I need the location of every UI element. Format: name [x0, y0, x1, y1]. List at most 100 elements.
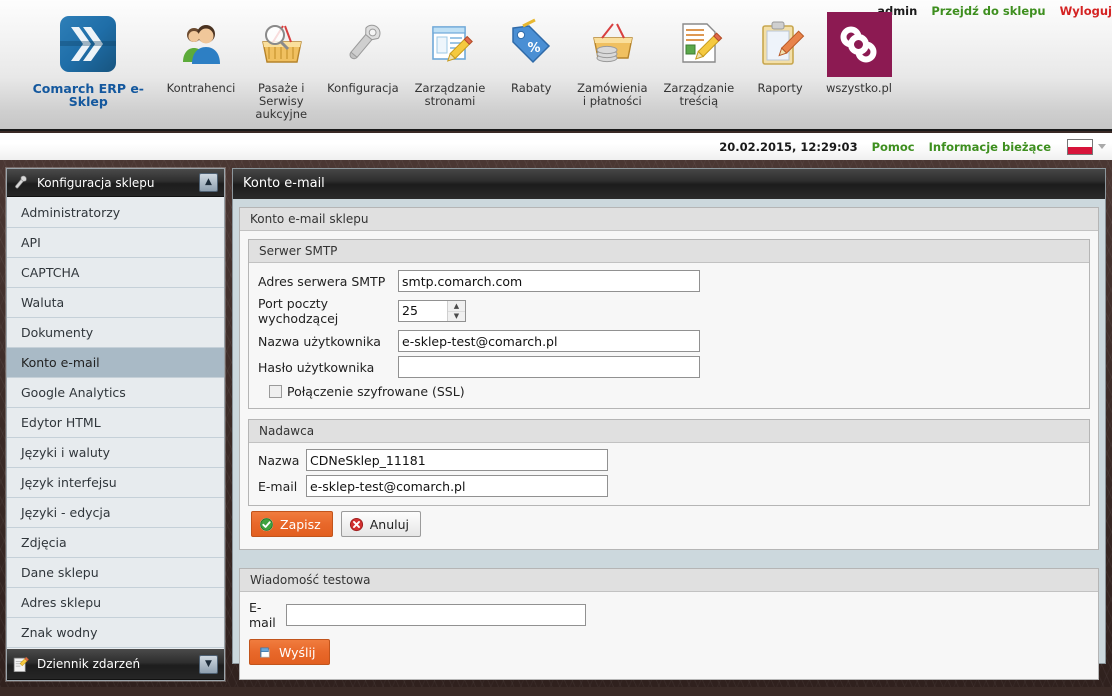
toolbar-item-raporty[interactable]: Raporty: [750, 8, 810, 95]
sender-email-label: E-mail: [258, 478, 298, 494]
sidebar-item-jezyk-interfejsu[interactable]: Język interfejsu: [7, 468, 224, 498]
sidebar-item-konto-e-mail[interactable]: Konto e-mail: [7, 348, 224, 378]
infinity-icon: [826, 8, 892, 80]
sidebar-expand-button[interactable]: ▼: [199, 654, 218, 674]
discount-tag-icon: %: [501, 8, 561, 80]
smtp-server-input[interactable]: [398, 270, 700, 292]
send-button[interactable]: Wyślij: [249, 639, 331, 665]
toolbar-item-pasaze-i-serwisy-aukcyjne[interactable]: Pasaże i Serwisy aukcyjne: [251, 8, 311, 121]
smtp-password-label: Hasło użytkownika: [258, 359, 375, 375]
smtp-password-input[interactable]: [398, 356, 700, 378]
sender-email-input[interactable]: [306, 475, 608, 497]
toolbar-item-label: Comarch ERP e-Sklep: [32, 81, 144, 109]
test-email-input[interactable]: [286, 604, 586, 626]
sidebar-item-jezyki-i-waluty[interactable]: Języki i waluty: [7, 438, 224, 468]
toolbar-item-label: Rabaty: [511, 81, 552, 95]
toolbar-item-label: Konfiguracja: [327, 81, 399, 95]
basket-coins-icon: [577, 8, 647, 80]
toolbar-item-label: wszystko.pl: [826, 81, 892, 95]
toolbar-item-label: Raporty: [757, 81, 803, 95]
toolbar-item-zamowienia-i-platnosci[interactable]: Zamówienia i płatności: [577, 8, 648, 108]
sender-name-row: Nazwa: [258, 449, 1080, 471]
toolbar-item-list: Comarch ERP e-Sklep Kontrahenci Pasaże i…: [0, 8, 900, 126]
save-button-label: Zapisz: [280, 516, 321, 532]
goto-shop-link[interactable]: Przejdź do sklepu: [931, 4, 1045, 18]
email-account-legend: Konto e-mail sklepu: [240, 208, 1098, 231]
email-account-fieldset: Konto e-mail sklepu Serwer SMTP Adres se…: [239, 207, 1099, 550]
toolbar-item-comarch-erp-esklep[interactable]: Comarch ERP e-Sklep: [26, 8, 151, 108]
page-title: Konto e-mail: [233, 169, 1105, 199]
clipboard-icon: [750, 8, 810, 80]
sidebar-item-captcha[interactable]: CAPTCHA: [7, 258, 224, 288]
toolbar-item-label: Kontrahenci: [166, 81, 236, 95]
toolbar-item-kontrahenci[interactable]: Kontrahenci: [166, 8, 236, 95]
cancel-button[interactable]: Anuluj: [340, 511, 421, 537]
sidebar-item-zdjecia[interactable]: Zdjęcia: [7, 528, 224, 558]
sidebar-item-administratorzy[interactable]: Administratorzy: [7, 198, 224, 228]
sidebar-item-dane-sklepu[interactable]: Dane sklepu: [7, 558, 224, 588]
check-circle-icon: [259, 517, 274, 532]
test-message-fieldset: Wiadomość testowa E-mail Wyślij: [239, 568, 1099, 680]
content-body: Konto e-mail sklepu Serwer SMTP Adres se…: [233, 199, 1105, 696]
sidebar-item-jezyki-edycja[interactable]: Języki - edycja: [7, 498, 224, 528]
test-message-legend: Wiadomość testowa: [240, 569, 1098, 592]
sidebar-footer: Dziennik zdarzeń ▼: [7, 649, 224, 680]
sender-name-input[interactable]: [306, 449, 608, 471]
sidebar-item-google-analytics[interactable]: Google Analytics: [7, 378, 224, 408]
wrench-icon: [327, 8, 398, 80]
sidebar-item-api[interactable]: API: [7, 228, 224, 258]
test-email-row: E-mail: [249, 600, 1089, 630]
smtp-username-input[interactable]: [398, 330, 700, 352]
sidebar-item-waluta[interactable]: Waluta: [7, 288, 224, 318]
smtp-port-spinner-buttons[interactable]: ▲ ▼: [447, 301, 465, 321]
smtp-username-label: Nazwa użytkownika: [258, 333, 381, 349]
notepad-icon: [11, 655, 37, 674]
sender-fieldset: Nadawca Nazwa E-mail: [248, 419, 1090, 506]
toolbar-item-konfiguracja[interactable]: Konfiguracja: [327, 8, 399, 95]
smtp-server-label: Adres serwera SMTP: [258, 273, 386, 289]
send-flag-icon: [258, 645, 273, 660]
save-button[interactable]: Zapisz: [251, 511, 333, 537]
sidebar-item-dokumenty[interactable]: Dokumenty: [7, 318, 224, 348]
send-button-label: Wyślij: [279, 644, 316, 660]
sender-name-label: Nazwa: [258, 452, 300, 468]
ssl-row: Połączenie szyfrowane (SSL): [258, 384, 1080, 399]
toolbar-item-label: Zamówienia i płatności: [577, 81, 648, 108]
sidebar-footer-title: Dziennik zdarzeń: [37, 657, 141, 671]
wrench-icon: [11, 174, 37, 192]
spinner-down-icon[interactable]: ▼: [448, 312, 465, 322]
sidebar-item-znak-wodny[interactable]: Znak wodny: [7, 618, 224, 648]
logout-link[interactable]: Wyloguj: [1060, 4, 1112, 18]
spinner-up-icon[interactable]: ▲: [448, 301, 465, 312]
smtp-username-row: Nazwa użytkownika: [258, 330, 1080, 352]
smtp-port-value[interactable]: 25: [399, 301, 447, 321]
current-info-link[interactable]: Informacje bieżące: [929, 140, 1051, 154]
toolbar-item-wszystko-pl[interactable]: wszystko.pl: [826, 8, 892, 95]
help-link[interactable]: Pomoc: [872, 140, 915, 154]
status-datetime: 20.02.2015, 12:29:03: [719, 139, 858, 154]
smtp-server-row: Adres serwera SMTP: [258, 270, 1080, 292]
pl-flag-icon[interactable]: [1067, 138, 1093, 155]
cancel-button-label: Anuluj: [369, 516, 409, 532]
ssl-checkbox[interactable]: [269, 385, 282, 398]
sidebar-collapse-button[interactable]: ▲: [199, 173, 218, 192]
comarch-logo-icon: [26, 8, 151, 80]
toolbar-item-rabaty[interactable]: % Rabaty: [501, 8, 561, 95]
toolbar-item-label: Zarządzanie treścią: [663, 81, 735, 108]
smtp-port-stepper[interactable]: 25 ▲ ▼: [398, 300, 466, 322]
ssl-label: Połączenie szyfrowane (SSL): [287, 384, 465, 399]
basket-search-icon: [251, 8, 311, 80]
sidebar-item-edytor-html[interactable]: Edytor HTML: [7, 408, 224, 438]
sidebar-item-adres-sklepu[interactable]: Adres sklepu: [7, 588, 224, 618]
form-actions: Zapisz Anuluj: [248, 506, 1090, 539]
svg-text:%: %: [528, 41, 541, 56]
test-message-actions: Wyślij: [249, 634, 1089, 667]
sidebar: Konfiguracja sklepu ▲ Administratorzy AP…: [6, 168, 225, 681]
sidebar-header-title: Konfiguracja sklepu: [37, 175, 155, 190]
smtp-port-row: Port poczty wychodzącej 25 ▲ ▼: [258, 296, 1080, 326]
toolbar-item-zarzadzanie-stronami[interactable]: Zarządzanie stronami: [415, 8, 485, 108]
sidebar-footer-header[interactable]: Dziennik zdarzeń ▼: [7, 649, 224, 680]
toolbar-item-zarzadzanie-trescia[interactable]: Zarządzanie treścią: [663, 8, 735, 108]
chevron-down-icon[interactable]: [1098, 144, 1106, 149]
user-bar: admin Przejdź do sklepu Wyloguj: [867, 4, 1112, 18]
